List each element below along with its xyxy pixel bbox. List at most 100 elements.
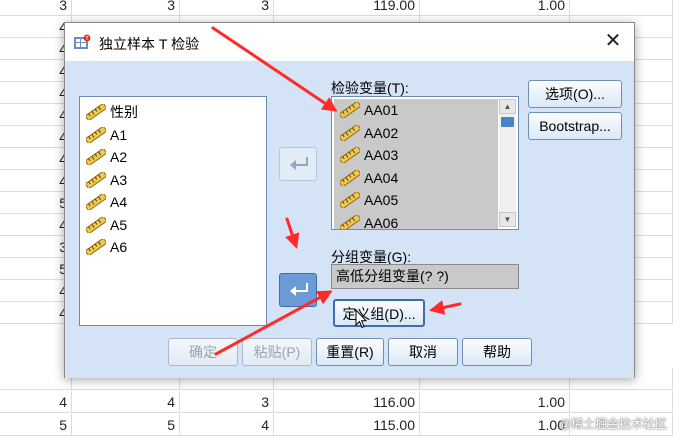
- test-variable-item[interactable]: AA02: [334, 121, 498, 144]
- arrow-right-icon: [290, 157, 308, 170]
- source-variable-item[interactable]: A4: [80, 191, 266, 214]
- paste-button[interactable]: 粘贴(P): [242, 338, 312, 366]
- table-cell[interactable]: 4: [0, 148, 72, 170]
- help-button[interactable]: 帮助: [462, 338, 532, 366]
- move-to-test-variables-button[interactable]: [279, 147, 317, 181]
- table-cell[interactable]: 4: [0, 126, 72, 148]
- list-item-label: AA01: [364, 102, 399, 118]
- dialog-titlebar: T 独立样本 T 检验 ✕: [65, 23, 634, 61]
- table-row[interactable]: 4 4 3 116.00 1.00: [0, 391, 673, 413]
- test-variable-label: 检验变量(T):: [331, 80, 409, 96]
- scale-variable-icon: [86, 149, 106, 165]
- mouse-pointer-icon: [355, 309, 367, 329]
- list-item-label: 性别: [110, 104, 138, 120]
- scale-variable-icon: [340, 102, 360, 118]
- table-cell[interactable]: 3: [180, 0, 274, 16]
- table-cell[interactable]: [570, 391, 673, 413]
- source-variable-item[interactable]: A3: [80, 168, 266, 191]
- table-cell[interactable]: 4: [0, 16, 72, 38]
- table-cell[interactable]: 4: [0, 391, 72, 413]
- scale-variable-icon: [86, 104, 106, 120]
- scroll-up-button[interactable]: ▲: [499, 99, 516, 114]
- independent-samples-t-test-dialog: T 独立样本 T 检验 ✕ 性别 A1 A2 A3 A4 A5 A6 检验变量(T): AA…: [64, 22, 635, 378]
- table-cell[interactable]: 1.00: [420, 414, 570, 436]
- source-variable-item[interactable]: A5: [80, 213, 266, 236]
- table-cell[interactable]: [0, 368, 72, 390]
- table-cell[interactable]: 3: [180, 391, 274, 413]
- table-cell[interactable]: 1.00: [420, 391, 570, 413]
- table-cell[interactable]: 4: [180, 414, 274, 436]
- table-cell[interactable]: 4: [0, 214, 72, 236]
- table-cell[interactable]: 3: [0, 236, 72, 258]
- table-cell[interactable]: 4: [0, 302, 72, 324]
- list-item-label: A6: [110, 239, 128, 255]
- table-cell[interactable]: 4: [0, 280, 72, 302]
- scale-variable-icon: [340, 192, 360, 208]
- options-button[interactable]: 选项(O)...: [528, 80, 622, 108]
- scale-variable-icon: [340, 169, 360, 186]
- table-cell[interactable]: 4: [72, 391, 180, 413]
- list-item-label: AA04: [364, 169, 399, 186]
- list-item-label: AA03: [364, 147, 399, 163]
- table-row[interactable]: 3 3 3 119.00 1.00: [0, 0, 673, 16]
- list-item-label: AA06: [364, 214, 399, 230]
- table-cell[interactable]: [570, 0, 673, 16]
- arrow-left-icon: [290, 283, 308, 296]
- grouping-variable-field[interactable]: 高低分组变量(? ?): [331, 264, 519, 289]
- table-cell[interactable]: 5: [72, 414, 180, 436]
- spss-dialog-icon: T: [74, 34, 91, 49]
- ok-button[interactable]: 确定: [168, 338, 238, 366]
- watermark: @稀土掘金技术社区: [558, 417, 667, 431]
- scroll-down-button[interactable]: ▼: [499, 212, 516, 227]
- scale-variable-icon: [86, 171, 106, 188]
- scale-variable-icon: [86, 194, 106, 210]
- source-variable-item[interactable]: A2: [80, 146, 266, 169]
- list-item-label: A1: [110, 126, 128, 143]
- table-cell[interactable]: 3: [72, 0, 180, 16]
- list-item-label: A2: [110, 149, 128, 165]
- test-variable-item[interactable]: AA06: [334, 211, 498, 230]
- dialog-title: 独立样本 T 检验: [99, 36, 200, 52]
- source-variable-list[interactable]: 性别 A1 A2 A3 A4 A5 A6: [79, 96, 267, 326]
- test-variable-item[interactable]: AA01: [334, 99, 498, 122]
- table-cell[interactable]: 4: [0, 60, 72, 82]
- test-variable-item[interactable]: AA03: [334, 144, 498, 167]
- table-cell[interactable]: 115.00: [274, 414, 420, 436]
- reset-button[interactable]: 重置(R): [316, 338, 384, 366]
- test-variable-scrollbar[interactable]: ▲ ▼: [499, 99, 516, 227]
- scale-variable-icon: [340, 147, 360, 163]
- source-variable-item[interactable]: 性别: [80, 101, 266, 124]
- scroll-thumb[interactable]: [501, 117, 514, 127]
- scale-variable-icon: [86, 126, 106, 143]
- table-cell[interactable]: 5: [0, 192, 72, 214]
- list-item-label: A5: [110, 216, 128, 233]
- scale-variable-icon: [86, 216, 106, 233]
- table-cell[interactable]: 3: [0, 0, 72, 16]
- table-cell[interactable]: 4: [0, 104, 72, 126]
- test-variable-list[interactable]: AA01 AA02 AA03 AA04 AA05 AA06 ▲ ▼: [331, 96, 519, 230]
- bootstrap-button[interactable]: Bootstrap...: [528, 112, 622, 140]
- table-cell[interactable]: 4: [0, 38, 72, 60]
- scale-variable-icon: [340, 214, 360, 229]
- list-item-label: AA02: [364, 124, 399, 141]
- table-cell[interactable]: 119.00: [274, 0, 420, 16]
- dialog-body: 性别 A1 A2 A3 A4 A5 A6 检验变量(T): AA01 AA02 AA03 AA04…: [65, 61, 634, 378]
- source-variable-item[interactable]: A6: [80, 236, 266, 259]
- table-cell[interactable]: 4: [0, 170, 72, 192]
- scale-variable-icon: [86, 239, 106, 255]
- move-to-grouping-variable-button[interactable]: [279, 273, 317, 307]
- scale-variable-icon: [340, 124, 360, 141]
- list-item-label: A3: [110, 171, 128, 188]
- test-variable-item[interactable]: AA05: [334, 189, 498, 212]
- table-cell[interactable]: 5: [0, 414, 72, 436]
- cancel-button[interactable]: 取消: [388, 338, 458, 366]
- table-cell[interactable]: 1.00: [420, 0, 570, 16]
- close-button[interactable]: ✕: [602, 31, 624, 53]
- table-cell[interactable]: 4: [0, 82, 72, 104]
- table-cell[interactable]: 116.00: [274, 391, 420, 413]
- table-cell[interactable]: 5: [0, 258, 72, 280]
- list-item-label: A4: [110, 194, 128, 210]
- test-variable-item[interactable]: AA04: [334, 166, 498, 189]
- define-groups-button[interactable]: 定义组(D)...: [333, 299, 425, 327]
- source-variable-item[interactable]: A1: [80, 123, 266, 146]
